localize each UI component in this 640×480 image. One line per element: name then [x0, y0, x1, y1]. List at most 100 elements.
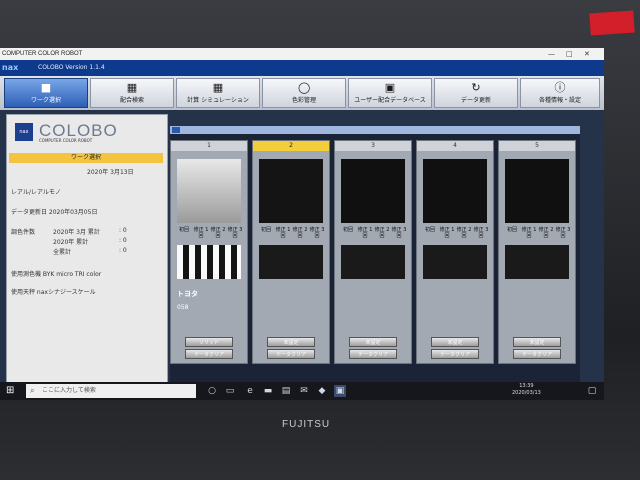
data-clear-button[interactable]: データクリア	[349, 349, 397, 359]
label-fix-3: 修正 3回	[473, 227, 489, 239]
label-fix-3: 修正 3回	[227, 227, 243, 239]
color-sample-preview	[341, 159, 405, 223]
correction-swatches	[259, 245, 323, 279]
label-fix-1: 修正 1回	[193, 227, 209, 239]
correction-labels: 初回 修正 1回 修正 2回 修正 3回	[339, 227, 409, 243]
store-icon[interactable]: ▤	[280, 385, 292, 397]
toolbar-label: 各種情報・設定	[538, 97, 581, 104]
correction-swatches	[177, 245, 241, 279]
app-icon[interactable]: ◆	[316, 385, 328, 397]
data-clear-button[interactable]: データクリア	[513, 349, 561, 359]
label-fix-1: 修正 1回	[357, 227, 373, 239]
paint-type-button[interactable]: ソリッド	[185, 337, 233, 347]
clock-date: 2020/03/13	[512, 390, 541, 396]
clock-time: 13:39	[519, 383, 534, 389]
toolbar-label: 色彩管理	[291, 97, 316, 104]
horizontal-scrollbar[interactable]	[170, 126, 580, 134]
scale-device: 使用天秤 naxシナジースケール	[11, 289, 96, 296]
label-initial: 初回	[342, 227, 353, 233]
label-fix-2: 修正 2回	[538, 227, 554, 239]
edge-icon[interactable]: e	[244, 385, 256, 397]
work-area: nax COLOBO COMPUTER COLOR ROBOT ワーク選択 20…	[0, 110, 604, 398]
taskbar-clock[interactable]: 13:39 2020/03/13	[512, 383, 541, 397]
slot-number: 3	[335, 141, 411, 151]
notification-icon[interactable]: ▢	[586, 385, 598, 397]
window-titlebar: COMPUTER COLOR ROBOT — □ ✕	[0, 48, 604, 60]
label-fix-1: 修正 1回	[521, 227, 537, 239]
close-button[interactable]: ✕	[584, 48, 590, 60]
panel-heading: ワーク選択	[9, 153, 163, 163]
main-toolbar: ■ ワーク選択 ▦ 配合検索 ▦ 計算 シミュレーション ◯ 色彩管理 ▣ ユー…	[0, 76, 604, 110]
work-slot-4[interactable]: 4 初回 修正 1回 修正 2回 修正 3回 未設定 データクリア	[416, 140, 494, 364]
slot-number: 1	[171, 141, 247, 151]
cortana-icon[interactable]: ○	[206, 385, 218, 397]
count-label: 調色件数	[11, 229, 36, 236]
toolbar-formula-search[interactable]: ▦ 配合検索	[90, 78, 174, 108]
toolbar-simulation[interactable]: ▦ 計算 シミュレーション	[176, 78, 260, 108]
color-sample-preview	[505, 159, 569, 223]
work-slot-1[interactable]: 1 初回 修正 1回 修正 2回 修正 3回 トヨタ 058 ソリッド データク…	[170, 140, 248, 364]
correction-labels: 初回 修正 1回 修正 2回 修正 3回	[175, 227, 245, 243]
slot-number: 4	[417, 141, 493, 151]
calculator-icon: ▦	[212, 81, 224, 94]
color-sample-preview	[177, 159, 241, 223]
search-icon: ⌕	[30, 386, 35, 395]
taskbar-search-input[interactable]: ⌕ ここに入力して検索	[26, 384, 196, 398]
label-fix-2: 修正 2回	[456, 227, 472, 239]
label-fix-1: 修正 1回	[275, 227, 291, 239]
paint-type-button[interactable]: 未設定	[349, 337, 397, 347]
app-header: nax COLOBO Version 1.1.4	[0, 60, 604, 76]
work-slot-2[interactable]: 2 初回 修正 1回 修正 2回 修正 3回 未設定 データクリア	[252, 140, 330, 364]
toolbar-label: ユーザー配合データベース	[354, 97, 426, 104]
color-sample-preview	[423, 159, 487, 223]
toolbar-work-select[interactable]: ■ ワーク選択	[4, 78, 88, 108]
info-icon: ⓘ	[554, 81, 566, 94]
scroll-thumb[interactable]	[172, 127, 180, 133]
correction-swatches	[341, 245, 405, 279]
maximize-button[interactable]: □	[566, 48, 573, 60]
work-slot-3[interactable]: 3 初回 修正 1回 修正 2回 修正 3回 未設定 データクリア	[334, 140, 412, 364]
target-icon: ◯	[298, 81, 311, 94]
slot-number: 2	[253, 141, 329, 151]
colobo-taskbar-icon[interactable]: ▣	[334, 385, 346, 397]
paint-type-button[interactable]: 未設定	[513, 337, 561, 347]
label-initial: 初回	[178, 227, 189, 233]
toolbar-settings[interactable]: ⓘ 各種情報・設定	[520, 78, 600, 108]
toolbar-data-update[interactable]: ↻ データ更新	[434, 78, 518, 108]
count-value-year: : 0	[119, 237, 127, 244]
app-version: COLOBO Version 1.1.4	[38, 64, 105, 71]
data-clear-button[interactable]: データクリア	[185, 349, 233, 359]
label-fix-1: 修正 1回	[439, 227, 455, 239]
grid-icon: ▦	[126, 81, 138, 94]
toolbar-user-database[interactable]: ▣ ユーザー配合データベース	[348, 78, 432, 108]
toolbar-label: 計算 シミュレーション	[187, 97, 249, 104]
brand-logo-box: nax	[15, 123, 33, 141]
label-fix-3: 修正 3回	[391, 227, 407, 239]
toolbar-color-management[interactable]: ◯ 色彩管理	[262, 78, 346, 108]
paint-type-button[interactable]: 未設定	[431, 337, 479, 347]
correction-swatches	[505, 245, 569, 279]
data-clear-button[interactable]: データクリア	[431, 349, 479, 359]
label-fix-2: 修正 2回	[292, 227, 308, 239]
data-clear-button[interactable]: データクリア	[267, 349, 315, 359]
label-initial: 初回	[506, 227, 517, 233]
paint-type-button[interactable]: 未設定	[267, 337, 315, 347]
box-icon: ■	[40, 81, 52, 94]
work-slot-5[interactable]: 5 初回 修正 1回 修正 2回 修正 3回 未設定 データクリア	[498, 140, 576, 364]
mail-icon[interactable]: ✉	[298, 385, 310, 397]
label-initial: 初回	[260, 227, 271, 233]
car-maker: トヨタ	[177, 290, 198, 298]
car-icon: ▣	[384, 81, 396, 94]
data-update-date: データ更新日 2020年03月05日	[11, 209, 98, 216]
laptop-bezel: COMPUTER COLOR ROBOT — □ ✕ nax COLOBO Ve…	[0, 0, 640, 480]
nax-logo: nax	[2, 63, 19, 72]
toolbar-label: ワーク選択	[30, 97, 61, 104]
red-sticker	[589, 10, 635, 36]
correction-labels: 初回 修正 1回 修正 2回 修正 3回	[421, 227, 491, 243]
folder-icon[interactable]: ▬	[262, 385, 274, 397]
search-placeholder: ここに入力して検索	[42, 387, 96, 394]
minimize-button[interactable]: —	[548, 48, 555, 60]
windows-start-icon[interactable]: ⊞	[6, 385, 14, 396]
task-view-icon[interactable]: ▭	[224, 385, 236, 397]
correction-swatches	[423, 245, 487, 279]
